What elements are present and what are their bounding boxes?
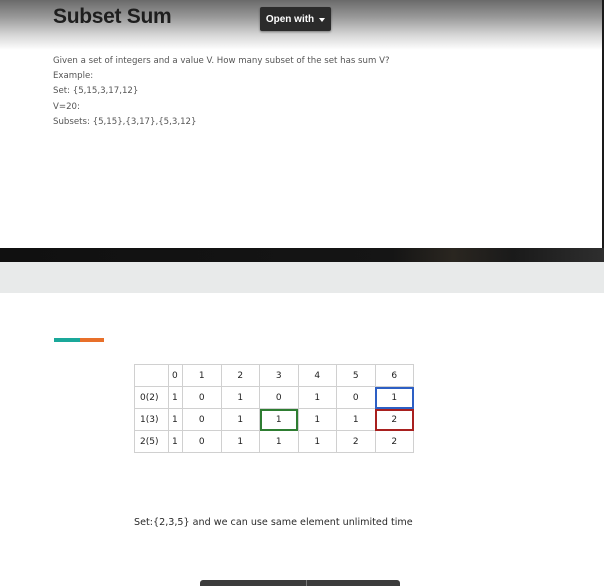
- description-line: Given a set of integers and a value V. H…: [53, 56, 390, 66]
- row-label: 2(5): [134, 430, 169, 453]
- slide-dp-table: 0 1 2 3 4 5 6 0(2) 1 0 1 0 1 0 1 1(3) 1 …: [0, 262, 604, 586]
- table-header-cell: 3: [259, 364, 299, 387]
- table-cell: 1: [297, 408, 337, 431]
- set-note: Set:{2,3,5} and we can use same element …: [134, 517, 413, 528]
- table-cell: 1: [297, 430, 337, 453]
- table-cell: 0: [259, 386, 299, 409]
- table-cell: 2: [374, 430, 414, 453]
- description-line: V=20:: [53, 101, 80, 112]
- table-cell: 1: [168, 408, 183, 431]
- slide-subset-sum-intro: Subset Sum Open with Given a set of inte…: [0, 0, 602, 248]
- table-header-cell: 4: [297, 364, 337, 387]
- table-cell: 0: [182, 408, 222, 431]
- table-header-cell: 1: [182, 364, 222, 387]
- table-header-cell: 0: [168, 364, 183, 387]
- table-row: 0(2) 1 0 1 0 1 0 1: [134, 386, 414, 409]
- viewer-bottom-toolbar[interactable]: [200, 580, 400, 586]
- table-header-row: 0 1 2 3 4 5 6: [134, 364, 414, 387]
- row-label: 1(3): [134, 408, 169, 431]
- open-with-label: Open with: [265, 13, 315, 25]
- accent-teal: [54, 338, 80, 342]
- table-cell: 1: [220, 408, 260, 431]
- table-cell: 1: [220, 386, 260, 409]
- open-with-button[interactable]: Open with: [260, 7, 331, 31]
- table-cell: 1: [336, 408, 376, 431]
- table-cell: 1: [168, 430, 183, 453]
- accent-orange: [80, 338, 104, 342]
- table-cell: 1: [297, 386, 337, 409]
- description-line: Subsets: {5,15},{3,17},{5,3,12}: [53, 116, 197, 127]
- table-header-cell: 6: [374, 364, 414, 387]
- table-row: 2(5) 1 0 1 1 1 2 2: [134, 430, 414, 453]
- slide-title: Subset Sum: [53, 5, 172, 28]
- table-corner-cell: [134, 364, 169, 387]
- table-header-cell: 5: [336, 364, 376, 387]
- table-cell: 2: [336, 430, 376, 453]
- table-cell: 1: [220, 430, 260, 453]
- problem-description: Given a set of integers and a value V. H…: [53, 54, 390, 130]
- chevron-down-icon: [319, 17, 326, 22]
- table-cell: 0: [336, 386, 376, 409]
- row-label: 0(2): [134, 386, 169, 409]
- dp-table: 0 1 2 3 4 5 6 0(2) 1 0 1 0 1 0 1 1(3) 1 …: [134, 364, 414, 453]
- table-cell-highlight-green: 1: [259, 408, 299, 431]
- table-cell: 0: [182, 430, 222, 453]
- description-line: Example:: [53, 71, 94, 82]
- slide-separator: [0, 248, 604, 262]
- table-header-cell: 2: [220, 364, 260, 387]
- slide-header-strip: [0, 262, 604, 293]
- accent-bar: [54, 338, 104, 342]
- table-cell: 1: [259, 430, 299, 453]
- toolbar-divider: [306, 580, 307, 586]
- table-cell-highlight-blue: 1: [374, 386, 414, 409]
- table-cell-highlight-red: 2: [374, 408, 414, 431]
- description-line: Set: {5,15,3,17,12}: [53, 86, 139, 97]
- table-row: 1(3) 1 0 1 1 1 1 2: [134, 408, 414, 431]
- table-cell: 1: [168, 386, 183, 409]
- table-cell: 0: [182, 386, 222, 409]
